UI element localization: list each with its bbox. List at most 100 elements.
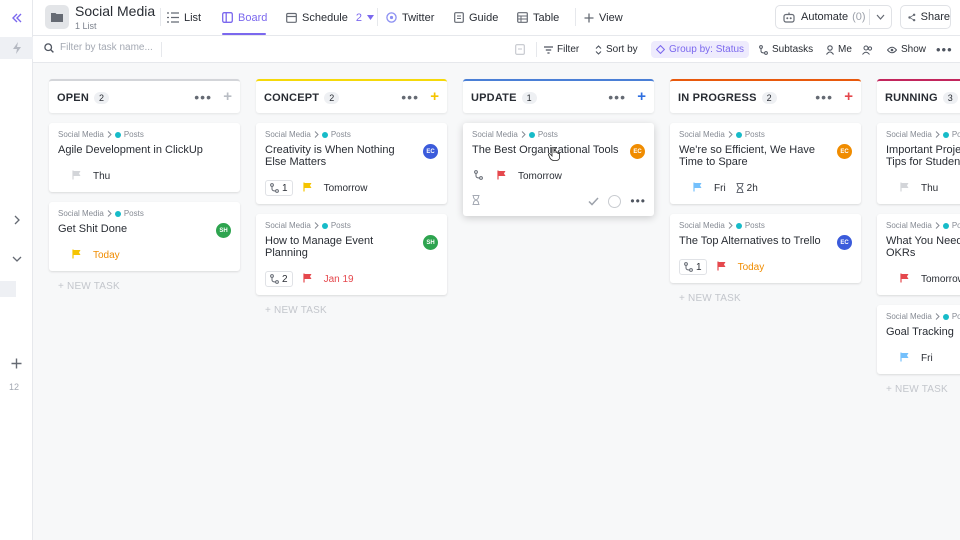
avatar[interactable]: EC bbox=[837, 144, 852, 159]
task-title[interactable]: We're so Efficient, We Have Time to Spar… bbox=[679, 144, 853, 168]
add-task-icon[interactable]: + bbox=[223, 89, 232, 104]
due-date[interactable]: Jan 19 bbox=[324, 274, 354, 285]
collapse-sidebar-icon[interactable] bbox=[0, 9, 33, 27]
add-icon[interactable] bbox=[0, 355, 33, 371]
avatar[interactable]: EC bbox=[630, 144, 645, 159]
avatar[interactable]: SH bbox=[216, 223, 231, 238]
status-circle-icon[interactable] bbox=[608, 194, 622, 208]
task-card[interactable]: Social Media Posts Get Shit Done SH Today bbox=[49, 202, 240, 271]
priority-flag-icon[interactable] bbox=[900, 352, 909, 365]
rail-selected-item[interactable] bbox=[0, 281, 16, 297]
chevron-down-icon[interactable] bbox=[0, 251, 33, 267]
sort-button[interactable]: Sort by bbox=[595, 41, 638, 58]
due-date[interactable]: Fri bbox=[714, 183, 726, 194]
priority-flag-icon[interactable] bbox=[900, 273, 909, 286]
priority-flag-icon[interactable] bbox=[497, 170, 506, 183]
column-header[interactable]: UPDATE 1 ••• + bbox=[463, 79, 654, 113]
task-card[interactable]: Social Media Posts We're so Efficient, We … bbox=[670, 123, 861, 204]
task-card[interactable]: Social Media Posts Agile Development in Cl… bbox=[49, 123, 240, 192]
tab-table[interactable]: Table bbox=[517, 9, 559, 26]
task-title[interactable]: Important Project Management Tips for St… bbox=[886, 144, 960, 168]
task-title[interactable]: Agile Development in ClickUp bbox=[58, 144, 232, 156]
subtask-count[interactable]: 1 bbox=[265, 180, 293, 196]
subtask-count[interactable]: 1 bbox=[679, 259, 707, 275]
task-title[interactable]: How to Manage Event Planning bbox=[265, 235, 439, 259]
add-task-icon[interactable]: + bbox=[430, 89, 439, 104]
task-title[interactable]: Goal Tracking bbox=[886, 326, 960, 338]
more-options-icon[interactable]: ••• bbox=[630, 194, 646, 208]
avatar[interactable]: EC bbox=[837, 235, 852, 250]
search-input[interactable]: Filter by task name... bbox=[44, 42, 153, 53]
due-date[interactable]: Tomorrow bbox=[324, 183, 368, 194]
priority-flag-icon[interactable] bbox=[693, 182, 702, 195]
due-date[interactable]: Tomorrow bbox=[518, 171, 562, 182]
add-task-icon[interactable]: + bbox=[844, 89, 853, 104]
me-filter-button[interactable]: Me bbox=[826, 41, 852, 58]
priority-flag-icon[interactable] bbox=[900, 182, 909, 195]
priority-flag-icon[interactable] bbox=[302, 182, 312, 195]
add-task-icon[interactable]: + bbox=[637, 89, 646, 104]
automate-button[interactable]: Automate (0) bbox=[775, 5, 892, 29]
hourglass-icon[interactable] bbox=[472, 194, 480, 208]
more-options-icon[interactable]: ••• bbox=[936, 41, 953, 58]
task-card[interactable]: Social Media Posts How to Manage Event Pla… bbox=[256, 214, 447, 295]
check-icon[interactable] bbox=[588, 196, 599, 206]
new-task-button[interactable]: + NEW TASK bbox=[265, 305, 447, 316]
task-title[interactable]: Get Shit Done bbox=[58, 223, 232, 235]
task-title[interactable]: The Top Alternatives to Trello bbox=[679, 235, 853, 247]
column-header[interactable]: RUNNING3•••+ bbox=[877, 79, 960, 113]
task-card[interactable]: Social Media Posts The Top Alternatives to… bbox=[670, 214, 861, 283]
due-date[interactable]: Today bbox=[738, 262, 765, 273]
tab-twitter[interactable]: Twitter bbox=[386, 9, 434, 26]
due-date[interactable]: Fri bbox=[921, 353, 933, 364]
priority-flag-icon[interactable] bbox=[302, 273, 312, 286]
priority-flag-icon[interactable] bbox=[716, 261, 726, 274]
add-view-button[interactable]: View bbox=[584, 9, 623, 26]
save-icon[interactable] bbox=[515, 41, 525, 58]
avatar[interactable]: SH bbox=[423, 235, 438, 250]
column-menu-icon[interactable]: ••• bbox=[815, 89, 833, 105]
lightning-icon[interactable] bbox=[0, 37, 33, 59]
due-date[interactable]: Thu bbox=[93, 171, 110, 182]
new-task-button[interactable]: + NEW TASK bbox=[58, 281, 240, 292]
time-estimate[interactable]: 2h bbox=[736, 183, 758, 194]
task-card[interactable]: Social MediaPosts Goal Tracking Fri bbox=[877, 305, 960, 374]
avatar[interactable]: EC bbox=[423, 144, 438, 159]
assignees-icon[interactable] bbox=[862, 41, 873, 58]
task-card[interactable]: Social MediaPosts What You Need to Know A… bbox=[877, 214, 960, 295]
subtask-count[interactable]: 2 bbox=[265, 271, 293, 287]
tab-schedule[interactable]: Schedule 2 bbox=[286, 9, 374, 26]
board: OPEN 2 ••• + Social Media Posts Agile Developm… bbox=[33, 63, 960, 540]
subtask-icon[interactable] bbox=[474, 169, 483, 183]
share-button[interactable]: Share bbox=[900, 5, 951, 29]
group-by-button[interactable]: Group by: Status bbox=[651, 41, 750, 58]
folder-icon[interactable] bbox=[45, 5, 69, 29]
new-task-button[interactable]: + NEW TASK bbox=[886, 384, 960, 395]
due-date[interactable]: Tomorrow bbox=[921, 274, 960, 285]
column-header[interactable]: OPEN 2 ••• + bbox=[49, 79, 240, 113]
show-button[interactable]: Show bbox=[887, 41, 926, 58]
chevron-right-icon[interactable] bbox=[0, 212, 33, 228]
tab-list[interactable]: List bbox=[167, 9, 201, 26]
task-title[interactable]: What You Need to Know About OKRs bbox=[886, 235, 960, 259]
new-task-button[interactable]: + NEW TASK bbox=[679, 293, 861, 304]
column-header[interactable]: CONCEPT 2 ••• + bbox=[256, 79, 447, 113]
task-title[interactable]: Creativity is When Nothing Else Matters bbox=[265, 144, 439, 168]
due-date[interactable]: Today bbox=[93, 250, 120, 261]
task-card[interactable]: Social MediaPosts Important Project Manag… bbox=[877, 123, 960, 204]
priority-flag-icon[interactable] bbox=[72, 249, 81, 262]
filter-button[interactable]: Filter bbox=[544, 41, 579, 58]
subtasks-button[interactable]: Subtasks bbox=[759, 41, 813, 58]
due-date[interactable]: Thu bbox=[921, 183, 938, 194]
task-card[interactable]: Social Media Posts The Best Organizational… bbox=[463, 123, 654, 216]
chevron-down-icon[interactable] bbox=[876, 14, 885, 20]
tab-guide[interactable]: Guide bbox=[454, 9, 498, 26]
column-menu-icon[interactable]: ••• bbox=[194, 89, 212, 105]
task-card[interactable]: Social Media Posts Creativity is When Noth… bbox=[256, 123, 447, 204]
space-title[interactable]: Social Media bbox=[75, 3, 155, 19]
tab-board[interactable]: Board bbox=[222, 9, 267, 26]
column-menu-icon[interactable]: ••• bbox=[608, 89, 626, 105]
column-header[interactable]: IN PROGRESS 2 ••• + bbox=[670, 79, 861, 113]
column-menu-icon[interactable]: ••• bbox=[401, 89, 419, 105]
priority-flag-icon[interactable] bbox=[72, 170, 81, 183]
